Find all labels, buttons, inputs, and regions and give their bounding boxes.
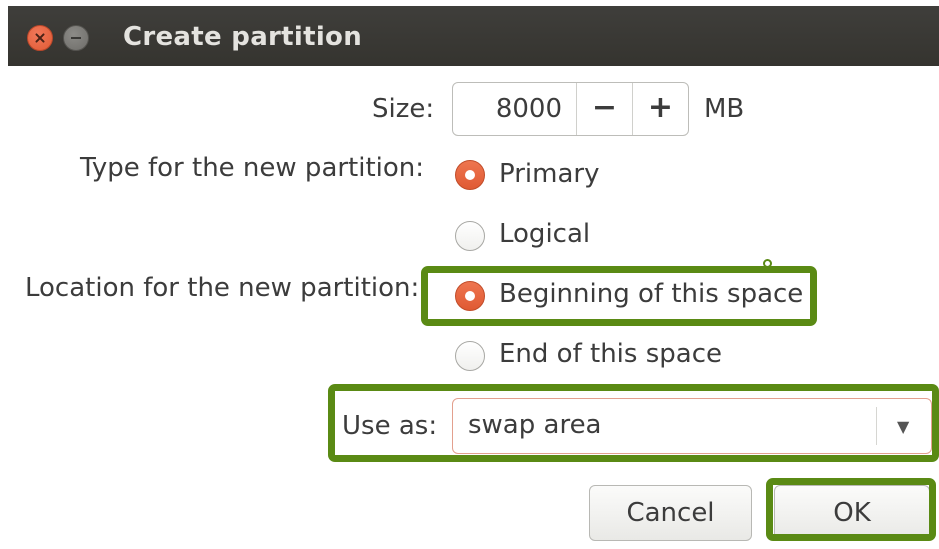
use-as-label: Use as:: [342, 411, 438, 441]
title-bar: Create partition: [8, 6, 939, 66]
radio-end[interactable]: [455, 341, 485, 371]
radio-primary-label[interactable]: Primary: [499, 159, 599, 189]
radio-end-label[interactable]: End of this space: [499, 339, 722, 369]
radio-beginning-label[interactable]: Beginning of this space: [499, 279, 803, 309]
minimize-icon[interactable]: [63, 25, 89, 51]
use-as-dropdown[interactable]: swap area ▼: [452, 398, 932, 454]
use-as-value: swap area: [468, 410, 602, 440]
size-unit: MB: [704, 94, 745, 124]
ok-button[interactable]: OK: [774, 485, 930, 541]
radio-logical[interactable]: [455, 221, 485, 251]
size-input[interactable]: 8000: [453, 83, 576, 135]
radio-primary[interactable]: [455, 160, 485, 190]
window-title: Create partition: [123, 22, 363, 52]
dropdown-arrow-icon[interactable]: ▼: [897, 417, 909, 436]
type-label: Type for the new partition:: [80, 153, 425, 183]
create-partition-dialog: Create partition Size: 8000 − + MB Type …: [0, 0, 939, 549]
size-label: Size:: [372, 94, 435, 124]
radio-beginning[interactable]: [455, 281, 485, 311]
radio-logical-label[interactable]: Logical: [499, 219, 590, 249]
dropdown-divider: [876, 407, 877, 445]
increment-button[interactable]: +: [632, 83, 688, 135]
close-icon[interactable]: [27, 25, 53, 51]
size-spinner: 8000 − +: [452, 82, 689, 136]
cancel-button[interactable]: Cancel: [589, 485, 752, 541]
annotation-dot: [763, 259, 772, 268]
decrement-button[interactable]: −: [576, 83, 632, 135]
location-label: Location for the new partition:: [25, 273, 420, 303]
